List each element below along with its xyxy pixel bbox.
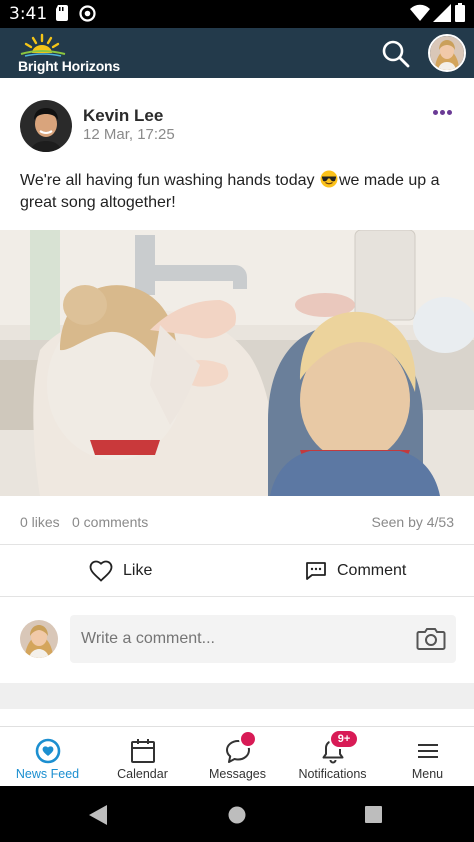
user-avatar-image bbox=[430, 36, 464, 70]
profile-avatar-button[interactable] bbox=[428, 34, 466, 72]
nav-label: News Feed bbox=[15, 767, 80, 781]
camera-icon bbox=[416, 628, 446, 650]
author-name[interactable]: Kevin Lee bbox=[83, 106, 163, 126]
home-icon[interactable] bbox=[228, 806, 246, 824]
messages-badge bbox=[239, 730, 257, 748]
logo-text: Bright Horizons bbox=[18, 58, 120, 74]
user-avatar-image bbox=[20, 620, 58, 658]
notifications-badge: 9+ bbox=[329, 729, 359, 749]
do-not-disturb-icon bbox=[79, 5, 96, 22]
more-dot-icon bbox=[440, 110, 445, 115]
comment-input[interactable] bbox=[70, 615, 456, 663]
sd-card-icon bbox=[56, 5, 68, 21]
nav-label: Messages bbox=[209, 767, 266, 781]
like-label: Like bbox=[123, 562, 153, 579]
comment-bubble-icon bbox=[306, 562, 326, 580]
comment-button[interactable]: Comment bbox=[305, 556, 406, 586]
children-washing-hands-photo bbox=[0, 230, 474, 496]
recents-icon[interactable] bbox=[365, 806, 382, 823]
search-icon bbox=[382, 40, 410, 68]
seen-by-count[interactable]: Seen by 4/53 bbox=[371, 514, 454, 530]
comment-label: Comment bbox=[337, 562, 407, 579]
system-navigation-bar bbox=[0, 786, 474, 842]
nav-notifications[interactable]: 9+ Notifications bbox=[285, 727, 380, 787]
post-timestamp: 12 Mar, 17:25 bbox=[83, 126, 175, 143]
more-dot-icon bbox=[447, 110, 452, 115]
like-button[interactable]: Like bbox=[89, 556, 152, 586]
post-text-part-1: We're all having fun washing hands today bbox=[20, 172, 319, 189]
camera-button[interactable] bbox=[416, 626, 446, 652]
likes-count[interactable]: 0 likes bbox=[20, 514, 60, 530]
cell-signal-icon bbox=[433, 4, 451, 22]
post-photo[interactable] bbox=[0, 230, 474, 496]
divider bbox=[0, 596, 474, 597]
nav-calendar[interactable]: Calendar bbox=[95, 727, 190, 787]
status-bar: 3:41 bbox=[0, 0, 474, 28]
hamburger-menu-icon bbox=[417, 744, 438, 758]
author-avatar[interactable] bbox=[20, 100, 72, 152]
nav-label: Notifications bbox=[298, 767, 367, 781]
heart-outline-icon bbox=[89, 560, 113, 582]
wifi-icon bbox=[410, 4, 430, 21]
battery-icon bbox=[455, 3, 465, 22]
more-dot-icon bbox=[433, 110, 438, 115]
nav-label: Calendar bbox=[117, 767, 168, 781]
more-options-button[interactable] bbox=[430, 106, 454, 120]
post-text: We're all having fun washing hands today… bbox=[20, 170, 460, 214]
status-time: 3:41 bbox=[9, 4, 48, 24]
post-stats: 0 likes 0 comments Seen by 4/53 bbox=[0, 510, 474, 534]
heart-bubble-icon bbox=[35, 738, 60, 764]
search-button[interactable] bbox=[380, 38, 412, 70]
author-avatar-image bbox=[20, 100, 72, 152]
divider bbox=[0, 544, 474, 545]
current-user-avatar bbox=[20, 620, 58, 658]
back-icon[interactable] bbox=[89, 805, 107, 825]
nav-news-feed[interactable]: News Feed bbox=[0, 727, 95, 787]
nav-label: Menu bbox=[411, 767, 444, 781]
nav-menu[interactable]: Menu bbox=[380, 727, 474, 787]
calendar-icon bbox=[130, 739, 155, 763]
sunglasses-emoji-icon bbox=[320, 170, 338, 188]
comments-count[interactable]: 0 comments bbox=[72, 514, 148, 530]
feed-separator bbox=[0, 683, 474, 709]
bottom-navigation: News Feed Calendar Messages 9+ Notificat… bbox=[0, 726, 474, 786]
nav-messages[interactable]: Messages bbox=[190, 727, 285, 787]
sun-logo-icon bbox=[20, 33, 66, 57]
